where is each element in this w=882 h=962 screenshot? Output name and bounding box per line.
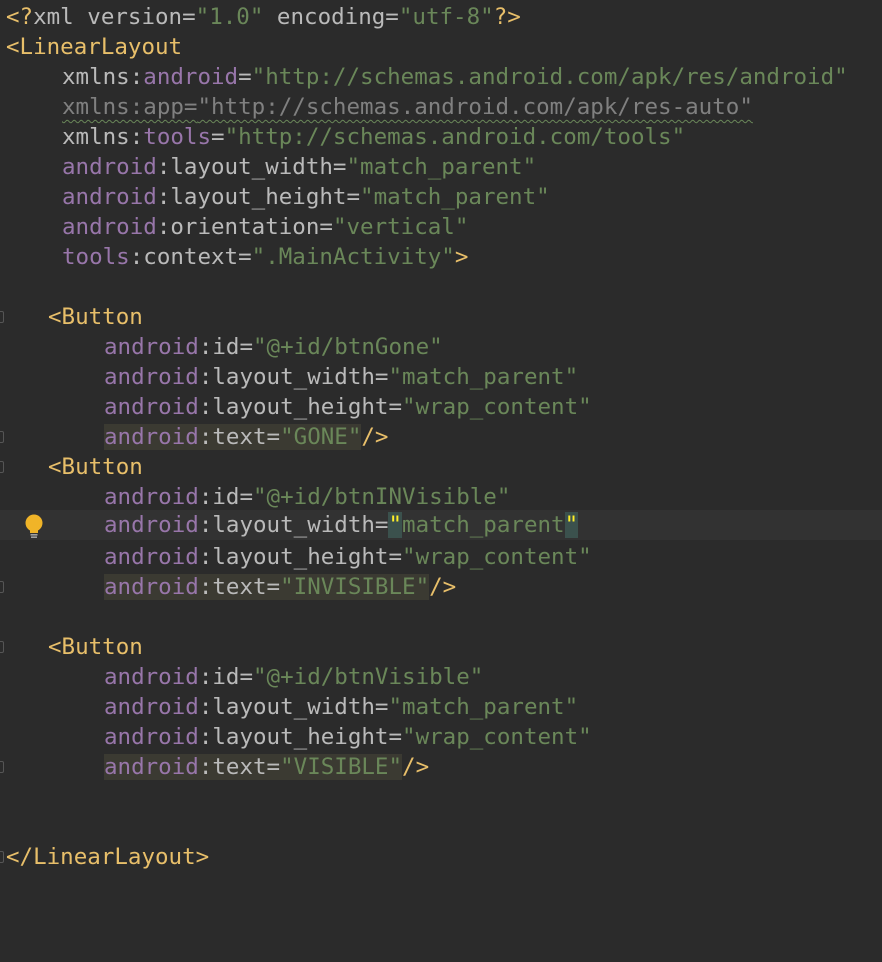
code-text: android:layout_width="match_parent" [104,512,579,538]
code-text: xmlns:android="http://schemas.android.co… [62,64,848,90]
code-line[interactable]: android:text="GONE"/> [0,422,882,452]
code-text: android:orientation="vertical" [62,214,469,240]
code-line[interactable]: android:id="@+id/btnVisible" [0,662,882,692]
code-text: <?xml version="1.0" encoding="utf-8"?> [6,4,521,30]
code-line[interactable]: <Button [0,452,882,482]
code-text: android:id="@+id/btnGone" [104,334,443,360]
code-line[interactable]: xmlns:android="http://schemas.android.co… [0,62,882,92]
fold-marker-icon[interactable] [0,761,4,773]
code-line[interactable]: <?xml version="1.0" encoding="utf-8"?> [0,2,882,32]
code-line[interactable]: android:text="VISIBLE"/> [0,752,882,782]
fold-marker-icon[interactable] [0,461,4,473]
code-text: <Button [48,454,143,480]
code-line[interactable]: android:text="INVISIBLE"/> [0,572,882,602]
code-text: android:text="INVISIBLE"/> [104,574,457,600]
code-text: xmlns:tools="http://schemas.android.com/… [62,124,686,150]
code-text: android:id="@+id/btnINVisible" [104,484,511,510]
current-code-line[interactable]: android:layout_width="match_parent" [0,510,882,540]
code-line[interactable]: android:layout_height="wrap_content" [0,542,882,572]
code-line[interactable]: <Button [0,302,882,332]
code-text: <Button [48,634,143,660]
fold-marker-icon[interactable] [0,431,4,443]
code-line[interactable]: xmlns:app="http://schemas.android.com/ap… [0,92,882,122]
code-text: android:layout_width="match_parent" [104,364,579,390]
code-line[interactable]: <Button [0,632,882,662]
code-line[interactable]: android:id="@+id/btnINVisible" [0,482,882,512]
code-line[interactable]: android:layout_height="match_parent" [0,182,882,212]
code-line[interactable]: xmlns:tools="http://schemas.android.com/… [0,122,882,152]
fold-marker-icon[interactable] [0,641,4,653]
code-text: android:layout_height="match_parent" [62,184,550,210]
code-text: android:layout_width="match_parent" [104,694,579,720]
code-line[interactable]: tools:context=".MainActivity"> [0,242,882,272]
code-text: android:text="GONE"/> [104,424,389,450]
lightbulb-icon[interactable] [22,513,46,539]
code-text: android:layout_height="wrap_content" [104,724,592,750]
code-text: android:id="@+id/btnVisible" [104,664,484,690]
code-text: android:text="VISIBLE"/> [104,754,430,780]
code-line[interactable]: android:layout_height="wrap_content" [0,722,882,752]
code-line[interactable]: android:orientation="vertical" [0,212,882,242]
code-line[interactable]: android:layout_width="match_parent" [0,692,882,722]
code-text: </LinearLayout> [6,844,210,870]
code-line[interactable]: android:layout_width="match_parent" [0,362,882,392]
code-text: android:layout_width="match_parent" [62,154,537,180]
code-editor[interactable]: <?xml version="1.0" encoding="utf-8"?> <… [0,0,882,890]
fold-marker-icon[interactable] [0,581,4,593]
code-line[interactable]: </LinearLayout> [0,842,882,872]
code-text: <Button [48,304,143,330]
code-line[interactable]: android:layout_height="wrap_content" [0,392,882,422]
code-line[interactable]: android:id="@+id/btnGone" [0,332,882,362]
code-text: tools:context=".MainActivity"> [62,244,469,270]
code-text: xmlns:app="http://schemas.android.com/ap… [62,94,753,120]
code-text: <LinearLayout [6,34,183,60]
code-line[interactable]: <LinearLayout [0,32,882,62]
code-text: android:layout_height="wrap_content" [104,544,592,570]
code-line[interactable]: android:layout_width="match_parent" [0,152,882,182]
fold-marker-icon[interactable] [0,851,4,863]
fold-marker-icon[interactable] [0,311,4,323]
code-text: android:layout_height="wrap_content" [104,394,592,420]
